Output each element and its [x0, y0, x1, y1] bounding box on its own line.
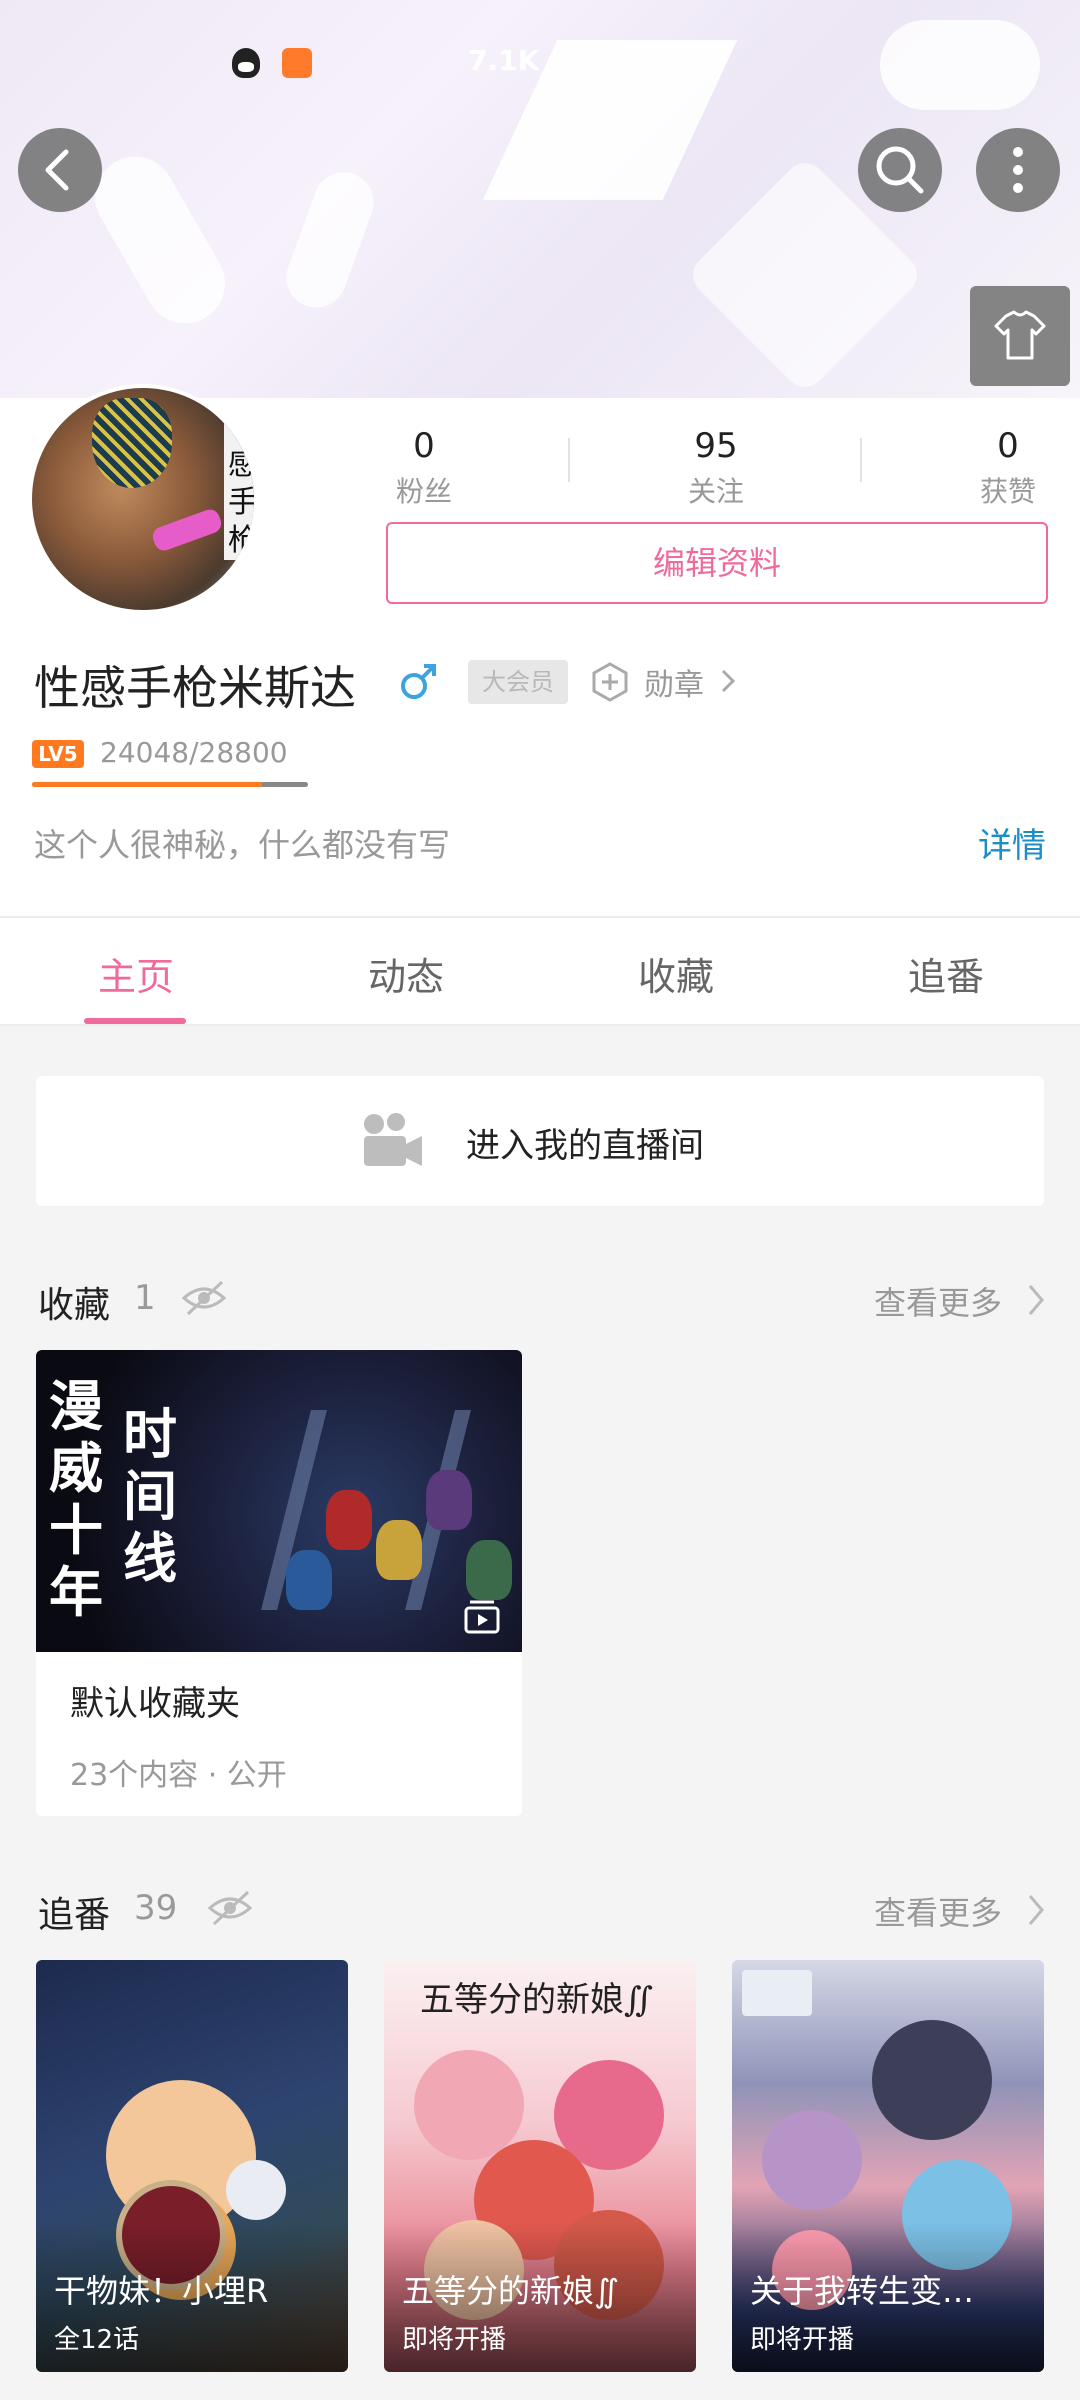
back-arrow-icon — [45, 149, 69, 191]
cover-title: 五等分的新娘∬ — [420, 1980, 653, 2020]
favorite-cover: 漫威十年 时间线 — [36, 1350, 522, 1652]
section-count: 39 — [134, 1888, 178, 1928]
back-button[interactable] — [18, 128, 102, 212]
tab-bangumi[interactable]: 追番 — [846, 946, 1046, 1001]
tab-favorites[interactable]: 收藏 — [576, 946, 776, 1001]
qq-icon — [232, 48, 260, 78]
app-notification-icon — [282, 48, 312, 78]
tshirt-icon — [994, 310, 1046, 360]
video-camera-icon — [364, 1113, 422, 1166]
exp-progress-fill — [32, 782, 263, 787]
favorite-folder-card[interactable]: 漫威十年 时间线 默认收藏夹 23个内容 · 公开 — [36, 1350, 522, 1816]
vip-badge[interactable]: 大会员 — [468, 660, 568, 704]
likes-count: 0 — [997, 426, 1019, 466]
tab-dynamic[interactable]: 动态 — [306, 946, 506, 1001]
bangumi-status: 即将开播 — [402, 2325, 507, 2355]
section-count: 1 — [134, 1278, 156, 1318]
more-button[interactable] — [976, 128, 1060, 212]
bangumi-title: 关于我转生变… — [750, 2272, 975, 2310]
live-room-label: 进入我的直播间 — [466, 1126, 704, 1166]
detail-link[interactable]: 详情 — [978, 818, 1046, 867]
cover-text: 时间线 — [123, 1403, 177, 1590]
search-button[interactable] — [858, 128, 942, 212]
profile-banner: 7.1K — [0, 0, 1080, 398]
tab-indicator — [84, 1018, 186, 1024]
avatar[interactable]: ♂感手枪 — [28, 384, 258, 614]
skin-button[interactable] — [970, 286, 1070, 386]
divider — [860, 438, 862, 482]
status-bar: 7.1K — [0, 40, 1080, 90]
bangumi-title: 五等分的新娘∬ — [402, 2272, 620, 2310]
following-label: 关注 — [687, 475, 744, 508]
stat-likes[interactable]: 0 获赞 — [928, 426, 1080, 510]
favorite-folder-meta: 23个内容 · 公开 — [70, 1758, 287, 1793]
exp-progress-bar — [32, 782, 308, 787]
following-count: 95 — [694, 426, 738, 466]
network-speed: 7.1K — [468, 44, 540, 77]
favorites-section-header: 收藏 1 查看更多 — [38, 1270, 1048, 1330]
see-more-link[interactable]: 查看更多 — [874, 1278, 1002, 1324]
stat-fans[interactable]: 0 粉丝 — [344, 426, 504, 510]
bangumi-status: 即将开播 — [750, 2325, 855, 2355]
video-playlist-icon — [464, 1600, 500, 1634]
bangumi-card[interactable]: 关于我转生变… 即将开播 — [732, 1960, 1044, 2372]
bangumi-card[interactable]: 干物妹！小埋R 全12话 — [36, 1960, 348, 2372]
username: 性感手枪米斯达 — [34, 661, 356, 715]
bangumi-title: 干物妹！小埋R — [54, 2272, 269, 2310]
more-vertical-icon — [1013, 147, 1023, 193]
bangumi-status: 全12话 — [54, 2325, 140, 2355]
chevron-right-icon — [1028, 1895, 1044, 1925]
section-title: 追番 — [38, 1895, 111, 1936]
see-more-link[interactable]: 查看更多 — [874, 1888, 1002, 1934]
exp-text: 24048/28800 — [100, 736, 288, 769]
chevron-right-icon — [1028, 1285, 1044, 1315]
edit-profile-button[interactable]: 编辑资料 — [386, 522, 1048, 604]
divider — [568, 438, 570, 482]
bio: 这个人很神秘，什么都没有写 — [34, 826, 451, 864]
bangumi-section-header: 追番 39 查看更多 — [38, 1880, 1048, 1940]
profile-header: ♂感手枪 0 粉丝 95 关注 0 获赞 编辑资料 性感手枪米斯达 大会员 勋章… — [0, 384, 1080, 916]
medal-add-icon[interactable] — [590, 662, 630, 702]
stat-following[interactable]: 95 关注 — [636, 426, 796, 510]
section-title: 收藏 — [38, 1285, 111, 1326]
tab-home[interactable]: 主页 — [36, 946, 236, 1001]
eye-hidden-icon[interactable] — [180, 1278, 228, 1318]
chevron-right-icon — [721, 669, 736, 693]
medal-link[interactable]: 勋章 — [644, 660, 704, 704]
eye-hidden-icon[interactable] — [206, 1888, 254, 1928]
bangumi-card[interactable]: 五等分的新娘∬ 五等分的新娘∬ 即将开播 — [384, 1960, 696, 2372]
avatar-text: ♂感手枪 — [224, 408, 254, 560]
male-icon — [401, 664, 436, 699]
level-badge: LV5 — [32, 740, 84, 768]
profile-tabs: 主页 动态 收藏 追番 — [0, 916, 1080, 1026]
live-room-button[interactable]: 进入我的直播间 — [36, 1076, 1044, 1206]
favorite-folder-name: 默认收藏夹 — [70, 1684, 240, 1724]
likes-label: 获赞 — [979, 475, 1036, 508]
search-icon — [876, 146, 924, 194]
fans-label: 粉丝 — [395, 475, 452, 508]
cover-text: 漫威十年 — [49, 1375, 103, 1624]
fans-count: 0 — [413, 426, 435, 466]
profile-page: { "status_bar": { "text": "7.1K" }, "pro… — [0, 0, 1080, 2400]
